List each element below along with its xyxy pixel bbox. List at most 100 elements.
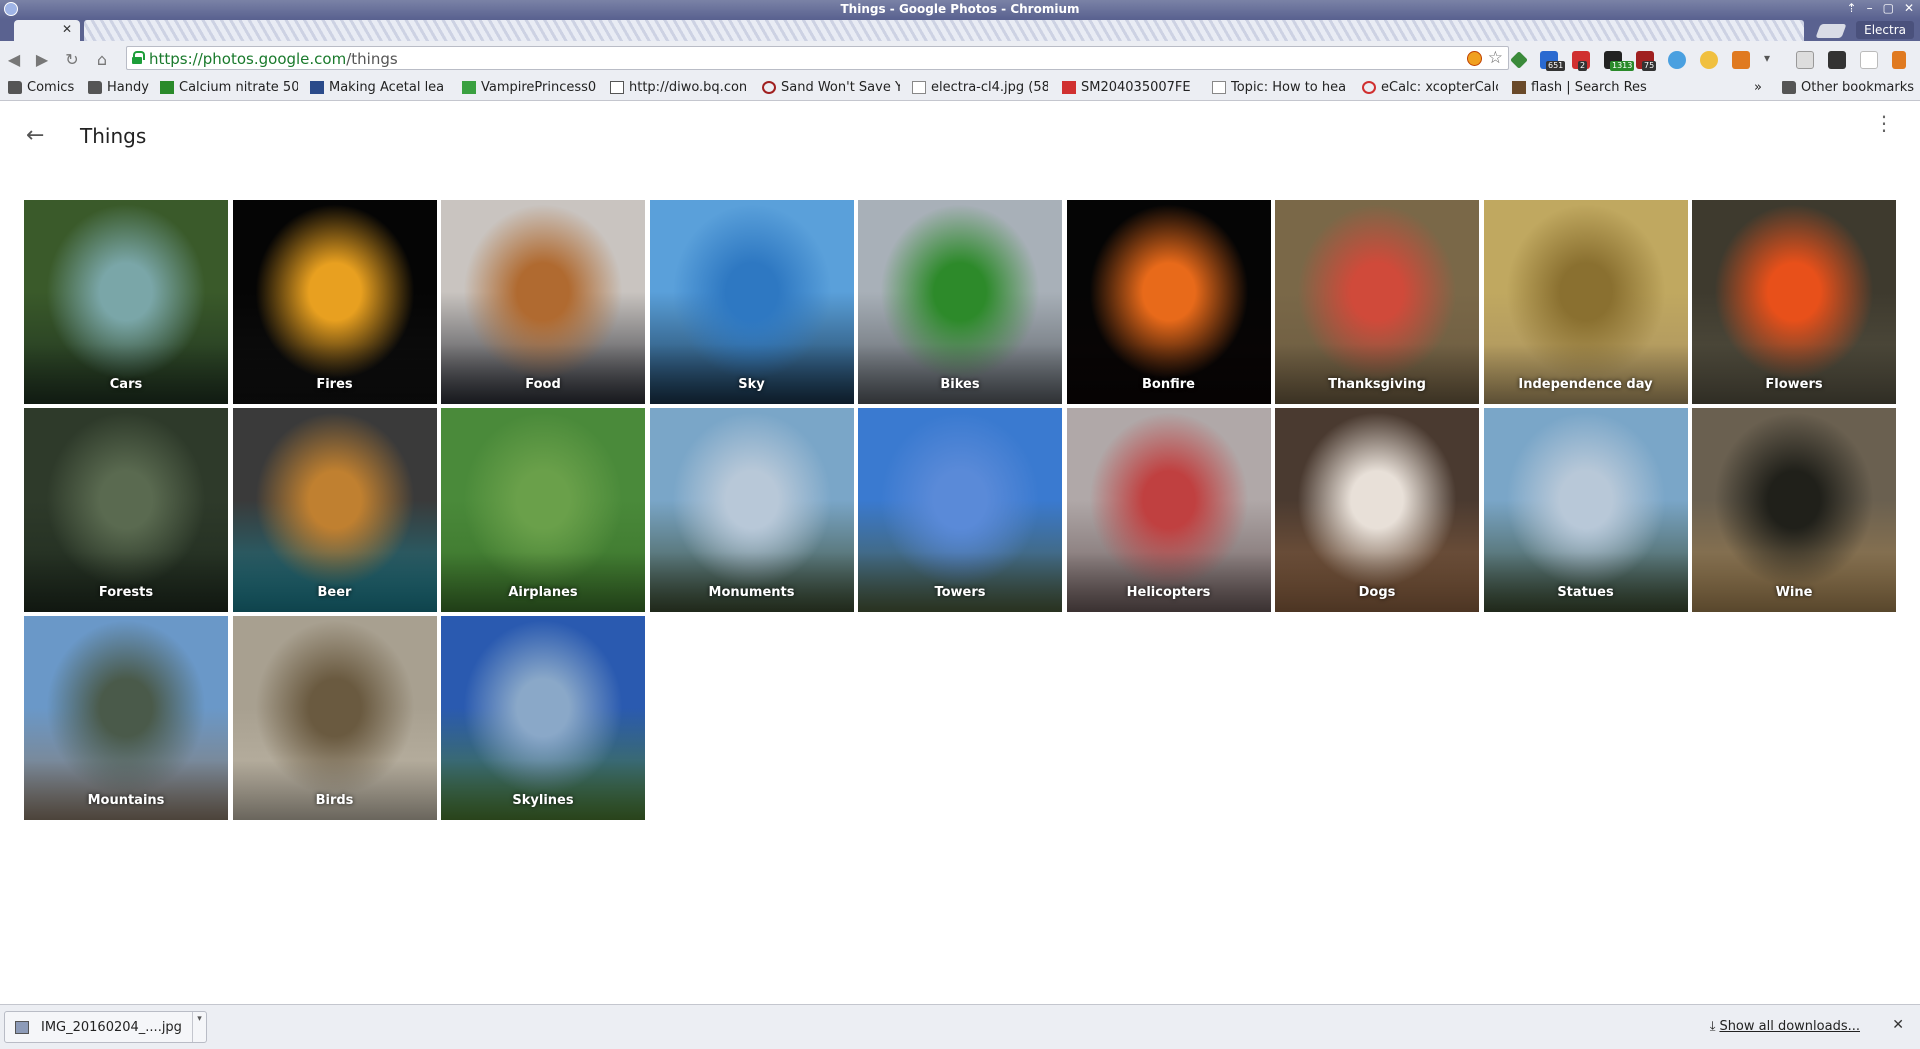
bookmark-handy[interactable]: Handy xyxy=(88,80,149,95)
thing-tile[interactable]: Food xyxy=(441,200,645,404)
close-window-button[interactable]: ✕ xyxy=(1904,1,1914,15)
extension-atom-icon[interactable] xyxy=(1668,51,1686,69)
page-icon xyxy=(1512,81,1526,94)
tile-label: Wine xyxy=(1775,585,1813,600)
extension-calendar-icon[interactable]: 651 xyxy=(1540,51,1566,71)
thing-tile[interactable]: Airplanes xyxy=(441,408,645,612)
minimize-button[interactable]: – xyxy=(1867,1,1873,15)
thing-tile[interactable]: Helicopters xyxy=(1066,408,1271,612)
forward-nav-icon[interactable]: ▶ xyxy=(32,50,52,70)
extension-box-icon[interactable] xyxy=(1732,51,1750,69)
bookmark-sand[interactable]: Sand Won't Save Y xyxy=(762,80,900,95)
download-menu-icon[interactable]: ▾ xyxy=(192,1012,206,1042)
bookmark-acetal[interactable]: Making Acetal lea xyxy=(310,80,450,95)
address-bar[interactable]: https://photos.google.com/things ☆ xyxy=(126,46,1509,70)
thing-tile[interactable]: Wine xyxy=(1692,408,1896,612)
extension-mail-icon[interactable]: 2 xyxy=(1572,51,1590,71)
thing-tile[interactable]: Statues xyxy=(1483,408,1688,612)
window-title: Things - Google Photos - Chromium xyxy=(840,2,1080,16)
thing-tile[interactable]: Bonfire xyxy=(1066,200,1271,404)
bookmark-calcium[interactable]: Calcium nitrate 50 xyxy=(160,80,298,95)
thing-tile[interactable]: Thanksgiving xyxy=(1275,200,1479,404)
maximize-button[interactable]: ▢ xyxy=(1883,1,1894,15)
bookmark-label: flash | Search Res xyxy=(1531,80,1647,95)
thing-tile[interactable]: Monuments xyxy=(649,408,854,612)
tile-label: Helicopters xyxy=(1126,585,1211,600)
extension-ublock-icon[interactable]: 75 xyxy=(1636,51,1657,71)
tile-shade xyxy=(1275,344,1479,404)
url-host: https://photos.google.com xyxy=(149,50,347,68)
extension-moon-icon[interactable] xyxy=(1700,51,1718,69)
tile-shade xyxy=(1692,344,1896,404)
thing-tile[interactable]: Fires xyxy=(232,200,437,404)
profile-button[interactable]: Electra xyxy=(1856,21,1914,39)
bookmark-flash[interactable]: flash | Search Res xyxy=(1512,80,1648,95)
page-icon xyxy=(462,81,476,94)
tab-close-icon[interactable]: ✕ xyxy=(62,22,72,36)
bookmark-comics[interactable]: Comics xyxy=(8,80,74,95)
page-icon xyxy=(762,81,776,94)
thing-tile[interactable]: Sky xyxy=(649,200,854,404)
bookmark-label: http://diwo.bq.con xyxy=(629,80,746,95)
extension-badge: 651 xyxy=(1546,61,1566,71)
extension-dropdown-icon[interactable]: ▾ xyxy=(1764,51,1782,69)
extension-badge: 2 xyxy=(1578,61,1588,71)
bookmark-label: SM204035007FE xyxy=(1081,80,1191,95)
bookmark-star-icon[interactable]: ☆ xyxy=(1488,48,1503,68)
home-icon[interactable]: ⌂ xyxy=(92,50,112,70)
bookmark-diwo[interactable]: http://diwo.bq.con xyxy=(610,80,746,95)
download-item[interactable]: IMG_20160204_....jpg ▾ xyxy=(4,1011,207,1043)
tile-label: Airplanes xyxy=(508,585,578,600)
menu-icon[interactable] xyxy=(1892,51,1906,69)
page-icon xyxy=(1362,81,1376,94)
window-controls: ⇡ – ▢ ✕ xyxy=(1847,1,1914,15)
bookmark-label: VampirePrincess0 xyxy=(481,80,597,95)
bookmark-other[interactable]: Other bookmarks xyxy=(1782,80,1914,95)
reload-icon[interactable]: ↻ xyxy=(62,50,82,70)
bookmark-electra[interactable]: electra-cl4.jpg (58 xyxy=(912,80,1048,95)
tile-label: Fires xyxy=(316,377,353,392)
thing-tile[interactable]: Skylines xyxy=(441,616,645,820)
thing-tile[interactable]: Forests xyxy=(24,408,228,612)
thing-tile[interactable]: Independence day xyxy=(1483,200,1688,404)
tile-shade xyxy=(441,760,645,820)
bookmark-label: Other bookmarks xyxy=(1801,80,1915,95)
tile-shade xyxy=(441,344,645,404)
show-all-downloads-link[interactable]: ⤓ Show all downloads... xyxy=(1710,1019,1860,1034)
extension-wrench-icon[interactable] xyxy=(1828,51,1846,69)
extension-page-icon[interactable] xyxy=(1796,51,1814,69)
scroll-up-icon[interactable]: ⇡ xyxy=(1847,1,1857,15)
thing-tile[interactable]: Flowers xyxy=(1692,200,1896,404)
url-text: https://photos.google.com/things xyxy=(149,50,398,68)
back-nav-icon[interactable]: ◀ xyxy=(4,50,24,70)
extension-blank-icon[interactable] xyxy=(1860,51,1878,69)
thing-tile[interactable]: Towers xyxy=(858,408,1062,612)
thing-tile[interactable]: Birds xyxy=(232,616,437,820)
thing-tile[interactable]: Cars xyxy=(24,200,228,404)
thing-tile[interactable]: Dogs xyxy=(1275,408,1479,612)
bookmark-vampire[interactable]: VampirePrincess0 xyxy=(462,80,598,95)
new-tab-button[interactable] xyxy=(1815,24,1847,38)
close-downloads-icon[interactable]: ✕ xyxy=(1892,1017,1904,1033)
tile-label: Skylines xyxy=(512,793,574,808)
bookmark-ecalc[interactable]: eCalc: xcopterCalc xyxy=(1362,80,1498,95)
download-filename: IMG_20160204_....jpg xyxy=(41,1020,182,1035)
browser-tab[interactable]: ✕ xyxy=(14,20,80,41)
more-options-icon[interactable]: ⋮ xyxy=(1874,113,1894,133)
blocked-popup-icon[interactable] xyxy=(1467,51,1482,66)
thing-tile[interactable]: Beer xyxy=(232,408,437,612)
tile-shade xyxy=(24,344,228,404)
bookmark-sm[interactable]: SM204035007FE xyxy=(1062,80,1194,95)
extension-green-icon[interactable] xyxy=(1510,51,1528,69)
thing-tile[interactable]: Mountains xyxy=(24,616,228,820)
bookmark-label: Making Acetal lea xyxy=(329,80,445,95)
thing-tile[interactable]: Bikes xyxy=(858,200,1062,404)
page-icon xyxy=(912,81,926,94)
tile-shade xyxy=(232,552,437,612)
bookmark-topic[interactable]: Topic: How to hea xyxy=(1212,80,1350,95)
bookmarks-overflow-icon[interactable]: » xyxy=(1754,80,1762,95)
extension-d-icon[interactable]: 1313 xyxy=(1604,51,1635,71)
tile-label: Flowers xyxy=(1765,377,1823,392)
back-arrow-icon[interactable]: ← xyxy=(26,123,44,148)
bookmark-label: eCalc: xcopterCalc xyxy=(1381,80,1498,95)
